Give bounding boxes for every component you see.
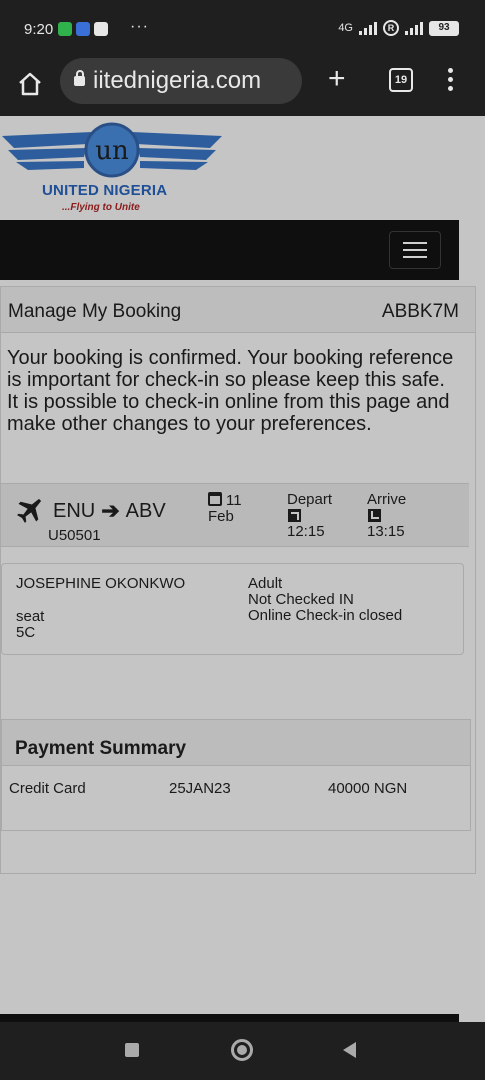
arrow-right-icon: ➔ (101, 498, 120, 523)
seat-info: seat 5C (16, 609, 44, 641)
arrive-info: Arrive 13:15 (367, 492, 406, 540)
flight-number: U50501 (48, 527, 101, 544)
network-type: 4G (338, 22, 353, 34)
seat-number: 5C (16, 624, 36, 641)
arrive-time: 13:15 (367, 523, 405, 540)
passenger-status: Adult Not Checked IN Online Check-in clo… (248, 576, 402, 624)
depart-info: Depart 12:15 (287, 492, 332, 540)
depart-time: 12:15 (287, 523, 325, 540)
browser-toolbar: iitednigeria.com + 19 (0, 58, 485, 116)
payment-method: Credit Card (9, 780, 86, 797)
passenger-type: Adult (248, 575, 283, 592)
flight-day: 11 (226, 492, 242, 509)
back-icon[interactable] (343, 1042, 356, 1058)
web-page: un UNITED NIGERIA ...Flying to Unite Man… (0, 116, 485, 1022)
online-checkin-status: Online Check-in closed (248, 607, 403, 624)
flight-summary: ENU ➔ ABV U50501 11 Feb Depart 12:15 Arr… (1, 483, 469, 547)
system-nav-bar (0, 1022, 485, 1080)
payment-summary: Payment Summary Credit Card 25JAN23 4000… (1, 719, 471, 831)
landing-icon (368, 509, 381, 522)
passenger-name: JOSEPHINE OKONKWO (16, 575, 186, 592)
address-bar[interactable]: iitednigeria.com (60, 58, 302, 104)
lock-icon (74, 70, 85, 86)
payment-header: Payment Summary (2, 720, 470, 766)
seat-label: seat (16, 608, 45, 625)
browser-menu-button[interactable] (446, 68, 454, 94)
checkin-status: Not Checked IN (248, 591, 354, 608)
panel-header: Manage My Booking ABBK7M (1, 287, 475, 333)
signal-icon (359, 21, 377, 35)
payment-amount: 40000 NGN (328, 780, 408, 797)
status-bar: 9:20 ··· 4G R 93 (0, 0, 485, 58)
flight-route: ENU ➔ ABV (53, 498, 166, 524)
site-logo[interactable]: un UNITED NIGERIA ...Flying to Unite (0, 120, 225, 220)
notification-icons (58, 22, 108, 36)
destination-code: ABV (125, 499, 166, 522)
confirmation-message: Your booking is confirmed. Your booking … (7, 347, 454, 435)
logo-tagline: ...Flying to Unite (62, 202, 140, 213)
booking-reference: ABBK7M (381, 301, 459, 322)
page-title: Manage My Booking (8, 301, 182, 322)
signal-icon-2 (405, 21, 423, 35)
logo-monogram: un (95, 136, 129, 166)
flight-date: 11 Feb (208, 492, 242, 525)
status-right: 4G R 93 (338, 20, 459, 36)
hamburger-menu-button[interactable] (389, 231, 441, 269)
messages-icon (76, 22, 90, 36)
site-navbar (0, 220, 459, 280)
takeoff-icon (288, 509, 301, 522)
tab-switcher-button[interactable]: 19 (389, 68, 413, 92)
whatsapp-icon (58, 22, 72, 36)
battery-icon: 93 (429, 20, 459, 36)
calendar-icon (208, 492, 222, 506)
logo-name: UNITED NIGERIA (42, 182, 168, 199)
site-footer (0, 1014, 459, 1022)
url-text: iitednigeria.com (93, 67, 262, 94)
passenger-card: JOSEPHINE OKONKWO seat 5C Adult Not Chec… (1, 563, 464, 655)
home-circle-icon[interactable] (231, 1039, 253, 1061)
gmail-icon (94, 22, 108, 36)
more-notifications-icon: ··· (130, 18, 149, 35)
new-tab-button[interactable]: + (328, 64, 346, 94)
arrive-label: Arrive (367, 491, 407, 508)
payment-date: 25JAN23 (169, 780, 231, 797)
depart-label: Depart (287, 491, 333, 508)
origin-code: ENU (53, 499, 96, 522)
flight-month: Feb (208, 508, 234, 525)
payment-title: Payment Summary (15, 738, 187, 759)
roaming-icon: R (383, 20, 399, 36)
recent-apps-icon[interactable] (125, 1043, 139, 1057)
airplane-icon (17, 498, 42, 523)
manage-booking-panel: Manage My Booking ABBK7M Your booking is… (0, 286, 476, 874)
status-time: 9:20 (24, 21, 54, 38)
home-icon[interactable] (16, 70, 44, 98)
